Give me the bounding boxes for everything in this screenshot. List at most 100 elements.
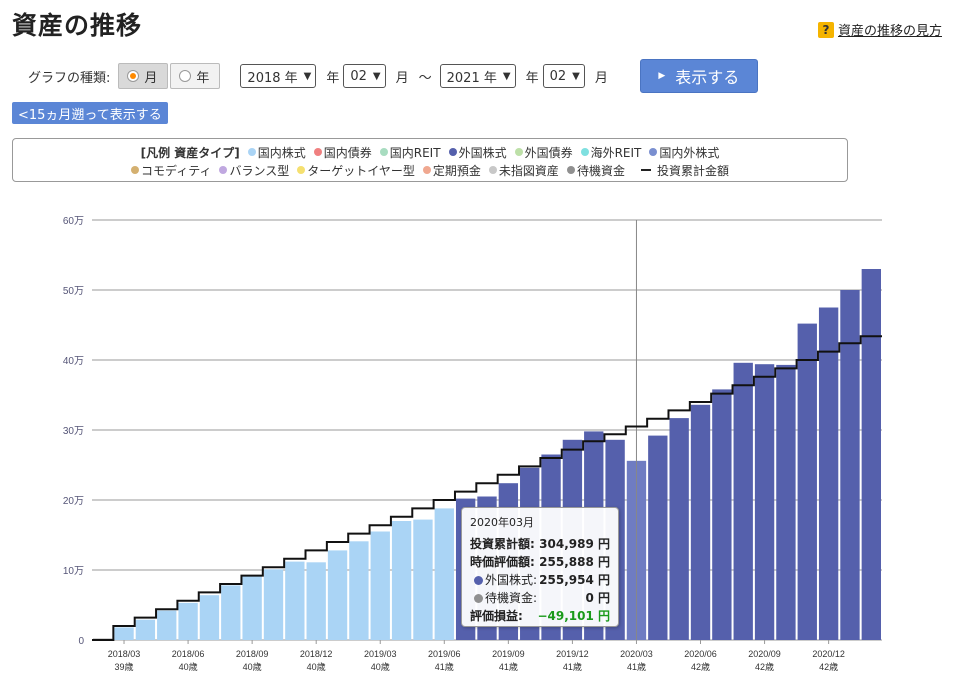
legend-row: コモディティ バランス型 ターゲットイヤー型 定期預金 未指図資産 待機資金 投資累計金額 — [13, 161, 847, 179]
x-age-label: 40歳 — [243, 661, 262, 672]
legend: [凡例 資産タイプ] 国内株式 国内債券 国内REIT 外国株式 外国債券 海外REIT 国… — [12, 138, 848, 182]
legend-dot-icon — [131, 166, 140, 174]
help-link[interactable]: ? 資産の推移の見方 — [817, 20, 942, 39]
bar-国内株式 — [221, 585, 241, 640]
x-tick-label: 2020/06 — [684, 649, 717, 659]
foreign-stock-dot-icon — [474, 575, 483, 585]
bar-国内株式 — [285, 561, 305, 640]
legend-item: 海外REIT — [580, 144, 641, 161]
tooltip-foreign: 外国株式: 255,954 円 — [470, 570, 610, 588]
legend-item: 未指図資産 — [488, 162, 559, 179]
chevron-down-icon: ▼ — [303, 70, 312, 82]
bar-国内株式 — [391, 521, 412, 640]
x-age-label: 42歳 — [691, 661, 710, 672]
legend-dot-icon — [514, 148, 523, 156]
start-month-value: 02 — [350, 68, 367, 84]
bar-外国株式 — [861, 269, 881, 640]
tooltip-market-label: 時価評価額: — [470, 554, 535, 569]
x-age-label: 41歳 — [627, 661, 646, 672]
end-month-value: 02 — [549, 68, 567, 84]
bar-国内株式 — [114, 627, 134, 640]
x-age-label: 40歳 — [371, 661, 390, 672]
graph-controls: グラフの種類: 月 年 2018 年 ▼ 年 02 ▼ 月 ～ 2021 年 ▼… — [28, 59, 758, 93]
x-age-label: 39歳 — [115, 661, 134, 672]
bar-国内株式 — [178, 602, 198, 640]
x-tick-label: 2018/06 — [172, 649, 205, 659]
legend-item-label: 国内株式 — [257, 145, 306, 160]
x-tick-label: 2018/09 — [236, 649, 269, 659]
start-year-select[interactable]: 2018 年 ▼ — [240, 64, 317, 88]
monthly-radio[interactable]: 月 — [118, 63, 169, 89]
yearly-label: 年 — [196, 70, 210, 86]
bar-国内株式 — [263, 569, 284, 640]
bar-国内株式 — [199, 595, 220, 640]
x-tick-label: 2018/12 — [300, 649, 333, 659]
chart-tooltip: 2020年03月 投資累計額: 304,989 円 時価評価額: 255,888… — [461, 507, 619, 627]
legend-item-label: 外国株式 — [458, 145, 507, 160]
legend-dot-icon — [649, 148, 658, 156]
bar-国内株式 — [413, 519, 433, 640]
bar-国内株式 — [242, 575, 262, 640]
y-tick-label: 30万 — [63, 426, 84, 437]
show-button[interactable]: ▶ 表示する — [639, 59, 758, 93]
legend-dot-icon — [422, 166, 431, 174]
start-year-value: 2018 年 — [247, 70, 298, 86]
legend-item: 国内株式 — [247, 144, 306, 161]
end-year-value: 2021 年 — [446, 70, 497, 86]
year-unit: 年 — [326, 70, 340, 86]
x-age-label: 40歳 — [179, 661, 198, 672]
start-month-select[interactable]: 02 ▼ — [343, 64, 386, 88]
x-tick-label: 2019/09 — [492, 649, 525, 659]
legend-dot-icon — [580, 148, 589, 156]
legend-dot-icon — [297, 166, 306, 174]
x-age-label: 40歳 — [307, 661, 326, 672]
tooltip-cash: 待機資金: 0 円 — [470, 588, 610, 606]
x-age-label: 42歳 — [819, 661, 838, 672]
y-tick-label: 20万 — [63, 496, 84, 507]
show-button-label: 表示する — [675, 68, 740, 87]
tooltip-pl-label: 評価損益: — [470, 608, 523, 623]
legend-dot-icon — [448, 148, 457, 156]
tooltip-pl: 評価損益: −49,101 円 — [470, 606, 610, 624]
tooltip-foreign-value: 255,954 円 — [539, 572, 610, 587]
legend-item-label: 定期預金 — [432, 163, 481, 178]
y-tick-label: 0 — [78, 636, 84, 647]
month-unit: 月 — [594, 70, 608, 86]
legend-item: 外国株式 — [448, 144, 507, 161]
tooltip-cash-value: 0 円 — [585, 590, 610, 605]
bar-国内株式 — [135, 619, 156, 640]
legend-item-line: 投資累計金額 — [640, 162, 729, 179]
legend-item: 待機資金 — [566, 162, 625, 179]
bar-外国株式 — [797, 323, 817, 640]
year-unit: 年 — [525, 70, 539, 86]
legend-line-icon — [640, 169, 651, 171]
page-title: 資産の推移 — [12, 11, 143, 40]
x-tick-label: 2019/03 — [364, 649, 397, 659]
bar-国内株式 — [157, 610, 177, 640]
tooltip-foreign-label: 外国株式: — [485, 572, 538, 587]
bar-外国株式 — [690, 404, 711, 640]
bar-国内株式 — [434, 508, 454, 640]
tooltip-market-value: 255,888 円 — [539, 554, 610, 569]
bar-国内株式 — [327, 550, 348, 640]
x-age-label: 41歳 — [499, 661, 518, 672]
radio-unchecked-icon — [179, 70, 192, 82]
yearly-radio[interactable]: 年 — [170, 63, 221, 89]
chevron-down-icon: ▼ — [572, 70, 580, 82]
tooltip-date: 2020年03月 — [470, 516, 534, 529]
legend-item: バランス型 — [219, 162, 289, 179]
legend-dot-icon — [313, 148, 322, 156]
legend-item: 国内REIT — [379, 144, 441, 161]
x-age-label: 41歳 — [435, 661, 454, 672]
legend-item: 国内債券 — [313, 144, 372, 161]
x-tick-label: 2018/03 — [108, 649, 141, 659]
legend-item-label: バランス型 — [229, 163, 290, 178]
bar-外国株式 — [776, 364, 796, 640]
y-tick-label: 10万 — [63, 566, 84, 577]
back-15-months-button[interactable]: <15ヵ月遡って表示する — [12, 102, 168, 124]
end-month-select[interactable]: 02 ▼ — [542, 64, 585, 88]
end-year-select[interactable]: 2021 年 ▼ — [439, 64, 516, 88]
help-link-text[interactable]: 資産の推移の見方 — [838, 20, 942, 39]
chevron-down-icon: ▼ — [502, 70, 511, 82]
x-age-label: 42歳 — [755, 661, 774, 672]
